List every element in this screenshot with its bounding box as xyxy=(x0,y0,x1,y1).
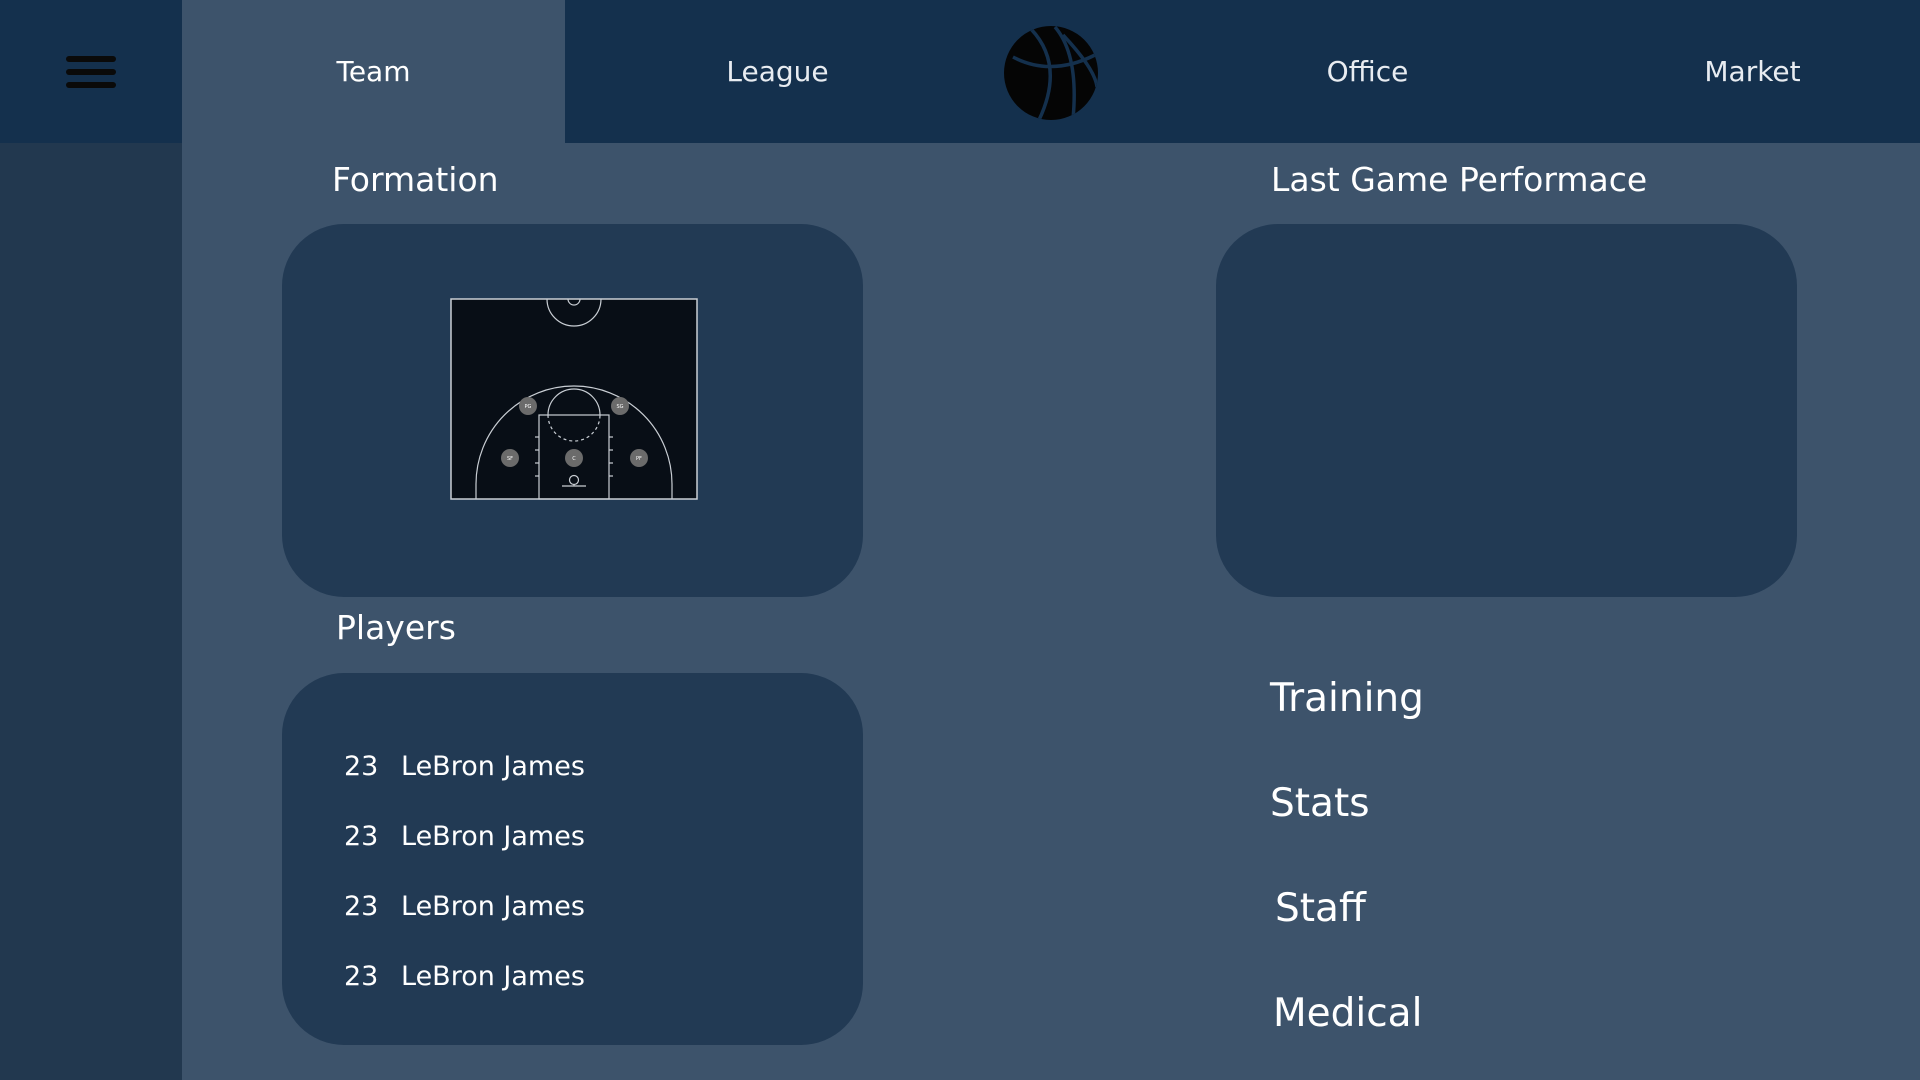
player-row[interactable]: 23 LeBron James xyxy=(344,961,585,992)
left-sidebar xyxy=(0,143,182,1080)
tab-league[interactable]: League xyxy=(565,0,990,143)
position-label-pg: PG xyxy=(525,404,532,410)
tab-market[interactable]: Market xyxy=(1585,0,1920,143)
player-number: 23 xyxy=(344,821,379,852)
player-name: LeBron James xyxy=(401,891,585,922)
position-label-pf: PF xyxy=(636,456,642,462)
player-position-sg[interactable]: SG xyxy=(611,397,629,415)
basketball-court-diagram[interactable]: PG SG SF C PF xyxy=(450,298,698,500)
player-position-c[interactable]: C xyxy=(565,449,583,467)
tab-team[interactable]: Team xyxy=(182,0,565,143)
player-number: 23 xyxy=(344,961,379,992)
basketball-icon[interactable] xyxy=(1003,25,1099,121)
tab-office[interactable]: Office xyxy=(1150,0,1585,143)
position-label-sf: SF xyxy=(507,456,513,462)
performance-title: Last Game Performace xyxy=(1271,160,1648,199)
player-position-pf[interactable]: PF xyxy=(630,449,648,467)
tab-league-label: League xyxy=(726,55,829,88)
player-row[interactable]: 23 LeBron James xyxy=(344,821,585,852)
players-card: 23 LeBron James 23 LeBron James 23 LeBro… xyxy=(282,673,863,1045)
player-name: LeBron James xyxy=(401,751,585,782)
formation-card: PG SG SF C PF xyxy=(282,224,863,597)
player-row[interactable]: 23 LeBron James xyxy=(344,891,585,922)
player-row[interactable]: 23 LeBron James xyxy=(344,751,585,782)
top-navigation-bar: Team League Office Market xyxy=(0,0,1920,143)
player-position-pg[interactable]: PG xyxy=(519,397,537,415)
last-game-performance-card xyxy=(1216,224,1797,597)
medical-link[interactable]: Medical xyxy=(1273,991,1422,1036)
tab-office-label: Office xyxy=(1326,55,1409,88)
players-title: Players xyxy=(336,608,456,647)
player-number: 23 xyxy=(344,891,379,922)
formation-title: Formation xyxy=(332,160,499,199)
position-label-sg: SG xyxy=(616,404,623,410)
tab-market-label: Market xyxy=(1704,55,1801,88)
stats-link[interactable]: Stats xyxy=(1270,781,1370,826)
staff-link[interactable]: Staff xyxy=(1275,886,1366,931)
position-label-c: C xyxy=(572,456,576,462)
hamburger-menu-icon[interactable] xyxy=(0,0,182,143)
player-name: LeBron James xyxy=(401,821,585,852)
player-position-sf[interactable]: SF xyxy=(501,449,519,467)
app-root: Team League Office Market Formation PG S… xyxy=(0,0,1920,1080)
player-number: 23 xyxy=(344,751,379,782)
training-link[interactable]: Training xyxy=(1270,676,1424,721)
tab-team-label: Team xyxy=(336,55,411,88)
player-name: LeBron James xyxy=(401,961,585,992)
